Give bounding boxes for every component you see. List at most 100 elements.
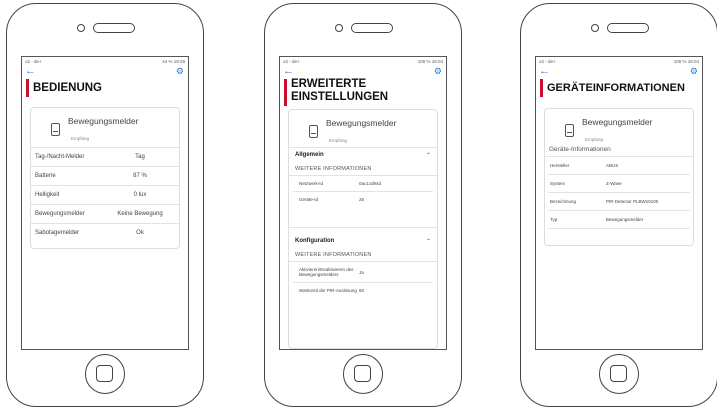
gear-icon[interactable]: ⚙ <box>690 66 698 77</box>
title-accent-bar <box>284 79 287 106</box>
status-row: Helligkeit 0 lux <box>31 184 179 204</box>
home-button[interactable] <box>599 354 639 394</box>
device-status: Empfang <box>585 137 604 143</box>
chevron-up-icon[interactable]: ⌃ <box>426 152 431 159</box>
row-label: Helligkeit <box>35 191 60 198</box>
config-row[interactable]: Aktivieren/Deaktivieren des Bewegungsmel… <box>293 262 433 284</box>
info-label: Bezeichnung <box>550 199 577 205</box>
battery-time-text: 100 % 16:04 <box>417 59 443 64</box>
screen-geraeteinformationen: o2 - de+ 100 % 16:04 ← ⚙ GERÄTEINFORMATI… <box>535 56 703 350</box>
row-label: Batterie <box>35 172 56 179</box>
page-title: GERÄTEINFORMATIONEN <box>547 82 685 94</box>
device-card: Bewegungsmelder Empfang Allgemein ⌃ WEIT… <box>288 109 438 349</box>
section-title: Konfiguration <box>295 238 335 245</box>
section-sublabel: WEITERE INFORMATIONEN <box>289 163 437 177</box>
speaker-grille <box>607 23 649 33</box>
row-value: 0 lux <box>133 191 147 198</box>
battery-time-text: 100 % 16:04 <box>673 59 699 64</box>
device-card: Bewegungsmelder Empfang Tag-/Nacht-Melde… <box>30 106 180 249</box>
device-header: Bewegungsmelder <box>31 108 179 138</box>
row-label: Sabotagemelder <box>35 229 80 236</box>
speaker-grille <box>93 23 135 33</box>
phone-frame-2: o2 - de+ 100 % 16:04 ← ⚙ ERWEITERTE EINS… <box>264 3 462 407</box>
section-konfiguration-header[interactable]: Konfiguration ⌃ <box>289 234 437 249</box>
page-title-line-1: ERWEITERTE <box>291 78 367 90</box>
info-row: Bezeichnung PIR Detector PLBW10100 <box>548 193 690 212</box>
home-button-square <box>610 365 627 382</box>
row-value: 87 % <box>133 172 147 179</box>
gear-icon[interactable]: ⚙ <box>176 66 184 77</box>
info-label: Netzwerk-Id <box>299 181 324 187</box>
row-value: Ok <box>136 229 144 236</box>
page-title-line-2: EINSTELLUNGEN <box>291 90 389 103</box>
info-label: System <box>550 181 566 187</box>
nav-row: ← ⚙ <box>280 65 446 78</box>
config-label: Wartezeit der PIR-Auslösung <box>299 288 357 294</box>
battery-time-text: 44 % 19:29 <box>162 59 185 64</box>
motion-detector-icon <box>309 125 318 139</box>
page-title: ERWEITERTE EINSTELLUNGEN <box>291 78 446 103</box>
device-card: Bewegungsmelder Empfang Geräte-Informati… <box>544 108 694 247</box>
section-allgemein-header[interactable]: Allgemein ⌃ <box>289 147 437 163</box>
title-accent-bar <box>26 79 29 97</box>
screen-bedienung: o2 - de+ 44 % 19:29 ← ⚙ BEDIENUNG Bewegu… <box>21 56 189 350</box>
status-row: Batterie 87 % <box>31 165 179 185</box>
info-value: Bewegungsmelder <box>606 217 644 223</box>
row-label: Bewegungsmelder <box>35 210 85 217</box>
device-name: Bewegungsmelder <box>582 117 653 128</box>
device-header: Bewegungsmelder <box>289 110 437 140</box>
section-title: Allgemein <box>295 152 324 159</box>
section-spacer <box>289 207 437 229</box>
row-label: Tag-/Nacht-Melder <box>35 153 85 160</box>
gear-icon[interactable]: ⚙ <box>434 66 442 77</box>
phone-frame-3: o2 - de+ 100 % 16:04 ← ⚙ GERÄTEINFORMATI… <box>520 3 717 407</box>
info-row: System Z-Wave <box>548 175 690 194</box>
status-row: Sabotagemelder Ok <box>31 222 179 242</box>
home-button-square <box>96 365 113 382</box>
camera-dot <box>591 24 599 32</box>
device-status: Empfang <box>329 138 348 144</box>
motion-detector-icon <box>51 122 60 136</box>
page-title: BEDIENUNG <box>33 82 103 94</box>
screen-erweiterte-einstellungen: o2 - de+ 100 % 16:04 ← ⚙ ERWEITERTE EINS… <box>279 56 447 350</box>
page-title-wrap: ERWEITERTE EINSTELLUNGEN <box>280 78 446 106</box>
motion-detector-icon <box>565 124 574 138</box>
title-accent-bar <box>540 79 543 97</box>
page-title-wrap: GERÄTEINFORMATIONEN <box>536 78 702 97</box>
page-title-wrap: BEDIENUNG <box>22 78 188 97</box>
info-label: Typ <box>550 217 558 223</box>
nav-row: ← ⚙ <box>536 65 702 78</box>
config-value: 60 <box>359 288 365 294</box>
chevron-up-icon[interactable]: ⌃ <box>426 238 431 245</box>
info-value: Z-Wave <box>606 181 622 187</box>
info-value: PIR Detector PLBW10100 <box>606 199 659 205</box>
status-bar: o2 - de+ 44 % 19:29 <box>22 57 188 66</box>
info-row: Hersteller ABUS <box>548 157 690 176</box>
config-value: Ja <box>359 269 364 275</box>
status-bar: o2 - de+ 100 % 16:04 <box>536 57 702 66</box>
row-value: Tag <box>135 153 145 160</box>
row-value: Keine Bewegung <box>117 210 163 217</box>
info-label: Hersteller <box>550 163 570 169</box>
info-value: 25 <box>359 197 365 203</box>
info-value: 0ac1cd94d <box>359 181 382 187</box>
info-row: Typ Bewegungsmelder <box>548 211 690 230</box>
section-sublabel: WEITERE INFORMATIONEN <box>289 249 437 263</box>
device-header: Bewegungsmelder <box>545 109 693 139</box>
config-row[interactable]: Wartezeit der PIR-Auslösung 60 <box>293 283 433 298</box>
info-label: Geräte-Id <box>299 197 319 203</box>
device-status: Empfang <box>71 135 90 141</box>
status-bar: o2 - de+ 100 % 16:04 <box>280 57 446 66</box>
device-name: Bewegungsmelder <box>326 118 397 129</box>
info-row: Netzwerk-Id 0ac1cd94d <box>293 176 433 193</box>
config-label: Aktivieren/Deaktivieren des Bewegungsmel… <box>299 267 354 278</box>
home-button-square <box>354 365 371 382</box>
device-name: Bewegungsmelder <box>68 115 139 126</box>
back-arrow-icon[interactable]: ← <box>25 65 36 77</box>
nav-row: ← ⚙ <box>22 65 188 78</box>
home-button[interactable] <box>343 354 383 394</box>
back-arrow-icon[interactable]: ← <box>539 65 550 77</box>
back-arrow-icon[interactable]: ← <box>283 65 294 77</box>
camera-dot <box>77 24 85 32</box>
home-button[interactable] <box>85 354 125 394</box>
